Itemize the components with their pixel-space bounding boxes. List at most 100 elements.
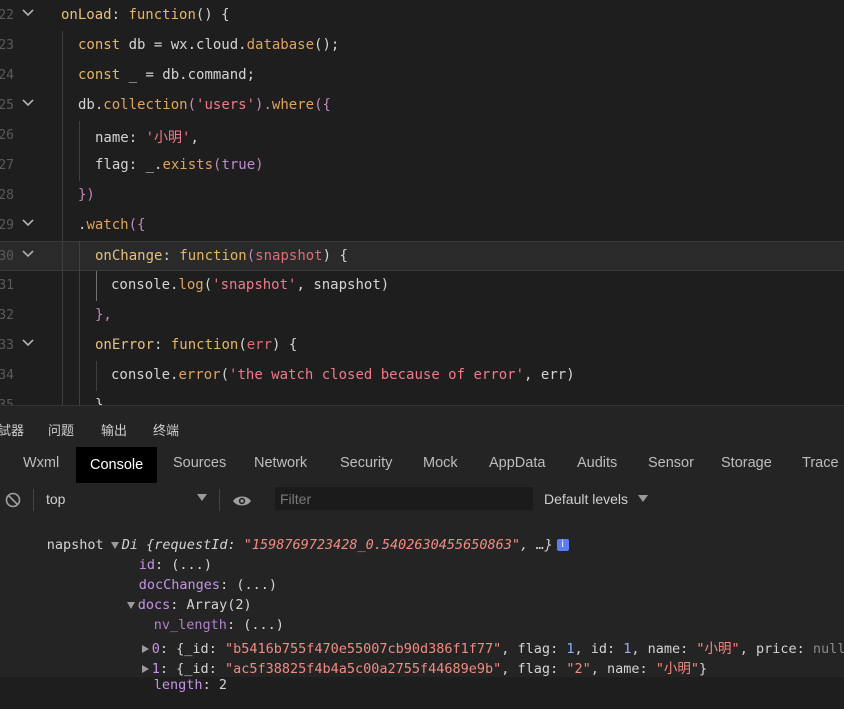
tab-wxml[interactable]: Wxml	[23, 455, 59, 471]
tab-sensor[interactable]: Sensor	[648, 455, 694, 471]
indent-guide	[79, 271, 80, 301]
code-text: })	[78, 187, 95, 203]
indent-guide	[79, 151, 80, 181]
object-property[interactable]: length: 2	[105, 661, 227, 709]
code-line-27: 27 flag: _.exists(true)	[0, 151, 844, 181]
tab-terminal[interactable]: 终端	[153, 420, 179, 439]
code-line-22: 22 onLoad: function() {	[0, 1, 844, 31]
indent-guide	[62, 151, 63, 181]
code-editor[interactable]: 22 onLoad: function() { 23 const db = wx…	[0, 0, 844, 405]
indent-guide	[62, 301, 63, 331]
tab-console[interactable]: Console	[76, 447, 158, 483]
clear-console-icon[interactable]	[5, 492, 21, 512]
code-line-24: 24 const _ = db.command;	[0, 61, 844, 91]
indent-guide	[79, 301, 80, 331]
tab-audits[interactable]: Audits	[577, 455, 617, 471]
code-line-35: 35 }	[0, 391, 844, 405]
indent-guide	[79, 242, 80, 272]
filter-input[interactable]	[275, 487, 533, 510]
tab-storage[interactable]: Storage	[721, 455, 772, 471]
code-line-29: 29 .watch({	[0, 211, 844, 241]
indent-guide	[62, 91, 63, 121]
code-line-34: 34 console.error('the watch closed becau…	[0, 361, 844, 391]
code-line-26: 26 name: '小明',	[0, 121, 844, 151]
indent-guide	[79, 391, 80, 405]
tab-mock[interactable]: Mock	[423, 455, 458, 471]
levels-dropdown-arrow-icon[interactable]	[638, 495, 648, 502]
fold-chevron-icon[interactable]	[21, 216, 35, 230]
panel-top-tabs: 試器 问题 输出 终端	[0, 405, 844, 448]
indent-guide	[96, 361, 97, 391]
tab-debugger[interactable]: 試器	[0, 420, 24, 439]
code-text: onLoad: function() {	[61, 7, 230, 23]
line-number: 34	[0, 368, 14, 383]
indent-guide	[62, 391, 63, 405]
indent-guide	[62, 121, 63, 151]
code-text: .watch({	[78, 217, 146, 233]
line-number: 28	[0, 188, 14, 203]
indent-guide	[62, 211, 63, 241]
line-number: 26	[0, 128, 14, 143]
code-line-23: 23 const db = wx.cloud.database();	[0, 31, 844, 61]
tab-appdata[interactable]: AppData	[489, 455, 545, 471]
context-dropdown-arrow-icon[interactable]	[197, 494, 207, 501]
console-toolbar: top Default levels	[0, 483, 844, 518]
line-number: 31	[0, 278, 14, 293]
log-levels-select[interactable]: Default levels	[544, 491, 628, 507]
code-text: console.log('snapshot', snapshot)	[111, 277, 390, 293]
indent-guide	[62, 271, 63, 301]
code-line-30: 30 onChange: function(snapshot) {	[0, 241, 844, 272]
tab-output[interactable]: 输出	[101, 420, 127, 439]
fold-chevron-icon[interactable]	[21, 336, 35, 350]
fold-chevron-icon[interactable]	[21, 96, 35, 110]
line-number: 25	[0, 98, 14, 113]
line-number: 29	[0, 218, 14, 233]
code-text: const db = wx.cloud.database();	[78, 37, 340, 53]
line-number: 30	[0, 249, 14, 264]
code-text: onError: function(err) {	[95, 337, 298, 353]
line-number: 32	[0, 308, 14, 323]
line-number: 24	[0, 68, 14, 83]
code-text: console.error('the watch closed because …	[111, 367, 575, 383]
tab-problems[interactable]: 问题	[48, 420, 74, 439]
fold-chevron-icon[interactable]	[21, 6, 35, 20]
indent-guide	[96, 271, 97, 301]
tab-security[interactable]: Security	[340, 455, 392, 471]
line-number: 27	[0, 158, 14, 173]
tab-trace[interactable]: Trace	[802, 455, 839, 471]
console-output: napshot Di {requestId: "1598769723428_0.…	[0, 517, 844, 693]
code-text: name: '小明',	[95, 130, 199, 146]
code-line-33: 33 onError: function(err) {	[0, 331, 844, 361]
code-text: },	[95, 307, 112, 323]
code-line-25: 25 db.collection('users').where({	[0, 91, 844, 121]
indent-guide	[62, 31, 63, 61]
indent-guide	[62, 181, 63, 211]
line-number: 23	[0, 38, 14, 53]
code-line-28: 28 })	[0, 181, 844, 211]
indent-guide	[79, 361, 80, 391]
line-number: 33	[0, 338, 14, 353]
context-select[interactable]: top	[46, 491, 65, 507]
devtools-panel: 試器 问题 输出 终端 Wxml Console Sources Network…	[0, 405, 844, 693]
indent-guide	[62, 331, 63, 361]
divider	[219, 489, 220, 511]
eye-icon[interactable]	[232, 493, 252, 512]
tab-sources[interactable]: Sources	[173, 455, 226, 471]
tab-network[interactable]: Network	[254, 455, 307, 471]
code-text: onChange: function(snapshot) {	[95, 248, 348, 264]
devtools-tabs: Wxml Console Sources Network Security Mo…	[0, 447, 844, 484]
code-text: }	[95, 397, 104, 405]
code-text: flag: _.exists(true)	[95, 157, 264, 173]
code-line-31: 31 console.log('snapshot', snapshot)	[0, 271, 844, 301]
info-icon[interactable]: i	[556, 539, 569, 551]
code-line-32: 32 },	[0, 301, 844, 331]
indent-guide	[79, 121, 80, 151]
code-text: db.collection('users').where({	[78, 97, 331, 113]
indent-guide	[79, 331, 80, 361]
indent-guide	[62, 242, 63, 272]
fold-chevron-icon[interactable]	[21, 247, 35, 261]
line-number: 22	[0, 8, 14, 23]
indent-guide	[62, 361, 63, 391]
line-number: 35	[0, 398, 14, 405]
indent-guide	[62, 61, 63, 91]
